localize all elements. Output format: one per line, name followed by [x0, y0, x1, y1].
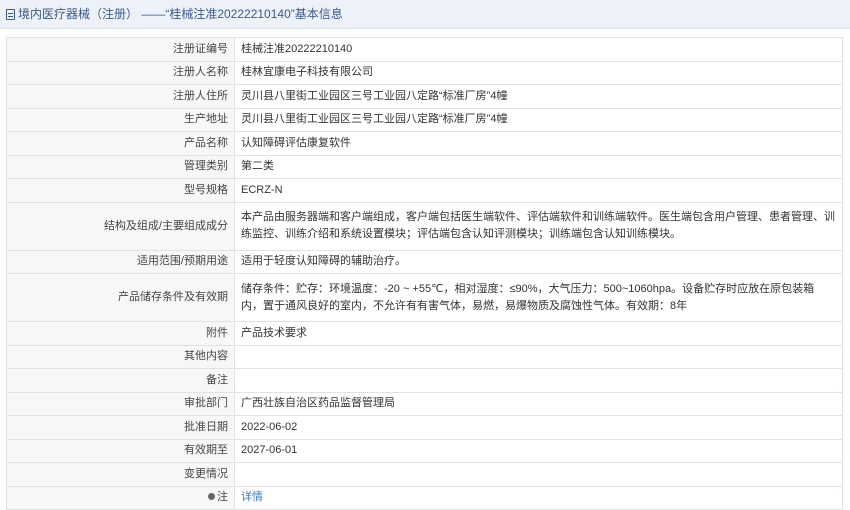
info-table-container: 注册证编号 桂械注准20222210140 注册人名称 桂林宜康电子科技有限公司… — [0, 29, 850, 510]
row-value: 本产品由服务器端和客户端组成，客户端包括医生端软件、评估端软件和训练端软件。医生… — [234, 201, 843, 251]
row-label: 有效期至 — [6, 438, 235, 463]
row-label: 产品储存条件及有效期 — [6, 273, 235, 322]
row-value: 灵川县八里街工业园区三号工业园八定路“标准厂房”4幢 — [234, 107, 843, 132]
table-row-valid-until: 有效期至 2027-06-01 — [6, 438, 843, 463]
row-label: 注册证编号 — [6, 37, 235, 62]
row-value — [234, 462, 843, 487]
row-value: 广西壮族自治区药品监督管理局 — [234, 391, 843, 416]
row-label: 审批部门 — [6, 391, 235, 416]
row-label: 注册人名称 — [6, 60, 235, 85]
row-label: 生产地址 — [6, 107, 235, 132]
table-row-remarks: 备注 — [6, 368, 843, 393]
table-row-registration-number: 注册证编号 桂械注准20222210140 — [6, 37, 843, 62]
table-row-production-address: 生产地址 灵川县八里街工业园区三号工业园八定路“标准厂房”4幢 — [6, 107, 843, 132]
row-value: 详情 — [234, 485, 843, 510]
row-label: 备注 — [6, 368, 235, 393]
row-label: 型号规格 — [6, 178, 235, 203]
page-title: 境内医疗器械（注册） ——“桂械注准20222210140”基本信息 — [18, 7, 343, 21]
table-row-registrant-name: 注册人名称 桂林宜康电子科技有限公司 — [6, 60, 843, 85]
note-icon — [208, 493, 215, 501]
device-info-table: 注册证编号 桂械注准20222210140 注册人名称 桂林宜康电子科技有限公司… — [6, 37, 843, 510]
table-row-model-spec: 型号规格 ECRZ-N — [6, 178, 843, 203]
row-label: 产品名称 — [6, 131, 235, 156]
table-row-storage-validity: 产品储存条件及有效期 储存条件：贮存：环境温度：-20 ~ +55℃，相对湿度：… — [6, 273, 843, 322]
table-row-note: 注 详情 — [6, 485, 843, 510]
details-link[interactable]: 详情 — [241, 491, 263, 503]
row-value: ECRZ-N — [234, 178, 843, 203]
row-label: 其他内容 — [6, 344, 235, 369]
row-label: 注 — [6, 485, 235, 510]
row-value: 2022-06-02 — [234, 415, 843, 440]
table-row-other-content: 其他内容 — [6, 344, 843, 369]
table-row-management-category: 管理类别 第二类 — [6, 154, 843, 179]
row-value: 产品技术要求 — [234, 321, 843, 346]
row-label: 结构及组成/主要组成成分 — [6, 201, 235, 251]
table-row-structure-composition: 结构及组成/主要组成成分 本产品由服务器端和客户端组成，客户端包括医生端软件、评… — [6, 201, 843, 251]
note-label: 注 — [217, 491, 228, 504]
row-value: 灵川县八里街工业园区三号工业园八定路“标准厂房”4幢 — [234, 84, 843, 109]
document-icon — [6, 9, 15, 20]
row-value: 认知障碍评估康复软件 — [234, 131, 843, 156]
table-row-product-name: 产品名称 认知障碍评估康复软件 — [6, 131, 843, 156]
row-label: 附件 — [6, 321, 235, 346]
row-value: 桂械注准20222210140 — [234, 37, 843, 62]
row-value: 第二类 — [234, 154, 843, 179]
row-value — [234, 368, 843, 393]
row-label: 批准日期 — [6, 415, 235, 440]
row-value: 适用于轻度认知障碍的辅助治疗。 — [234, 249, 843, 274]
row-label: 管理类别 — [6, 154, 235, 179]
row-label: 适用范围/预期用途 — [6, 249, 235, 274]
row-label: 注册人住所 — [6, 84, 235, 109]
table-row-attachment: 附件 产品技术要求 — [6, 321, 843, 346]
row-value: 2027-06-01 — [234, 438, 843, 463]
row-value: 储存条件：贮存：环境温度：-20 ~ +55℃，相对湿度：≤90%，大气压力：5… — [234, 273, 843, 322]
row-label: 变更情况 — [6, 462, 235, 487]
row-value — [234, 344, 843, 369]
table-row-approval-department: 审批部门 广西壮族自治区药品监督管理局 — [6, 391, 843, 416]
table-row-approval-date: 批准日期 2022-06-02 — [6, 415, 843, 440]
table-row-registrant-address: 注册人住所 灵川县八里街工业园区三号工业园八定路“标准厂房”4幢 — [6, 84, 843, 109]
row-value: 桂林宜康电子科技有限公司 — [234, 60, 843, 85]
table-row-intended-use: 适用范围/预期用途 适用于轻度认知障碍的辅助治疗。 — [6, 249, 843, 274]
table-row-change-status: 变更情况 — [6, 462, 843, 487]
page-title-bar: 境内医疗器械（注册） ——“桂械注准20222210140”基本信息 — [0, 0, 850, 29]
